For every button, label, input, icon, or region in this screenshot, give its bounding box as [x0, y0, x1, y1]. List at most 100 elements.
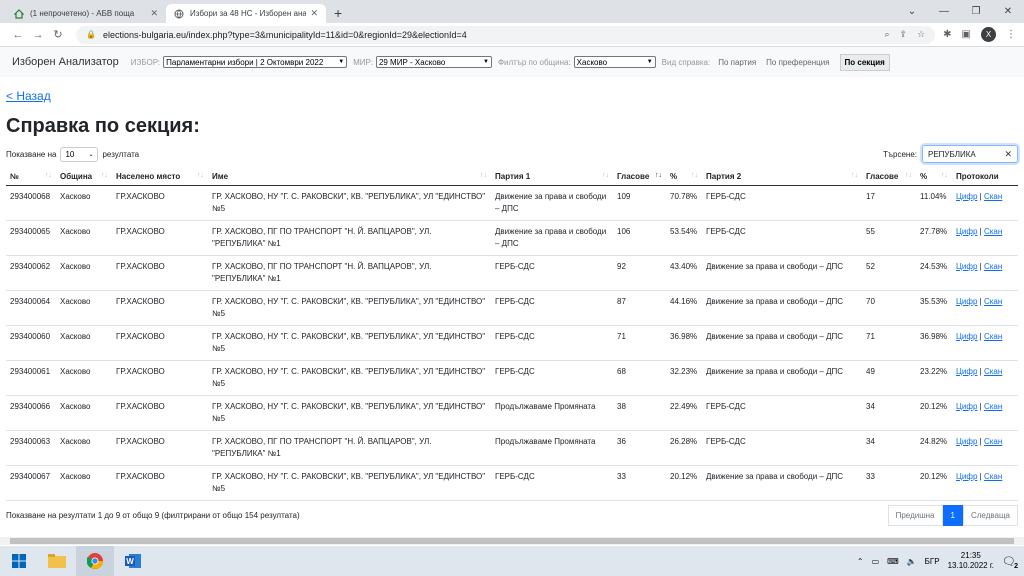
- close-tab-icon[interactable]: ✕: [150, 8, 158, 19]
- protocol-digital-link[interactable]: Цифр: [956, 332, 977, 341]
- protocol-scan-link[interactable]: Скан: [984, 332, 1002, 341]
- close-tab-icon[interactable]: ✕: [310, 8, 318, 19]
- tab-title: Избори за 48 НС - Изборен анал: [190, 9, 307, 18]
- votes-1-cell: 68: [613, 360, 666, 396]
- column-header[interactable]: Населено място ↑↓: [112, 168, 208, 186]
- protocol-scan-link[interactable]: Скан: [984, 367, 1002, 376]
- clear-search-icon[interactable]: ✕: [1004, 149, 1012, 160]
- page-length-select[interactable]: 10 ⌄: [60, 146, 99, 162]
- tray-chevron-up-icon[interactable]: ⌃: [857, 557, 864, 566]
- notifications-icon[interactable]: 🗨 2: [1002, 555, 1018, 570]
- network-icon[interactable]: ⌨: [887, 557, 899, 566]
- windows-start-icon[interactable]: [0, 546, 38, 576]
- back-arrow-icon[interactable]: ←: [8, 29, 28, 41]
- url-text[interactable]: elections-bulgaria.eu/index.php?type=3&m…: [103, 30, 875, 40]
- election-select[interactable]: Парламентарни избори | 2 Октомври 2022 ▼: [163, 56, 348, 68]
- column-header[interactable]: % ↑↓: [916, 168, 952, 186]
- file-explorer-icon[interactable]: [38, 546, 76, 576]
- mir-select[interactable]: 29 МИР - Хасково ▼: [375, 56, 492, 68]
- settlement-cell: ГР.ХАСКОВО: [112, 290, 208, 326]
- protocol-digital-link[interactable]: Цифр: [956, 402, 977, 411]
- column-header-label: %: [670, 172, 678, 181]
- app-brand[interactable]: Изборен Анализатор: [12, 56, 119, 68]
- filter-label: Филтър по община:: [497, 57, 571, 67]
- protocol-digital-link[interactable]: Цифр: [956, 472, 977, 481]
- section-number-cell: 293400060: [6, 325, 56, 361]
- system-tray: ⌃ ▭ ⌨ 🔈 БГР 21:35 13.10.2022 г. 🗨 2: [857, 551, 1024, 571]
- protocol-digital-link[interactable]: Цифр: [956, 367, 977, 376]
- column-header[interactable]: Протоколи: [952, 168, 1018, 186]
- protocols-cell: Цифр | Скан: [952, 395, 1018, 431]
- protocol-scan-link[interactable]: Скан: [984, 227, 1002, 236]
- back-link[interactable]: < Назад: [6, 89, 51, 103]
- protocol-digital-link[interactable]: Цифр: [956, 227, 977, 236]
- close-window-icon[interactable]: ✕: [992, 0, 1024, 23]
- protocol-digital-link[interactable]: Цифр: [956, 437, 977, 446]
- percent-2-cell: 24.82%: [916, 430, 952, 466]
- forward-arrow-icon[interactable]: →: [28, 29, 48, 41]
- zoom-icon[interactable]: ⌕: [884, 29, 889, 40]
- protocols-cell: Цифр | Скан: [952, 220, 1018, 256]
- protocol-scan-link[interactable]: Скан: [984, 472, 1002, 481]
- protocol-digital-link[interactable]: Цифр: [956, 262, 977, 271]
- share-icon[interactable]: ⇪: [900, 29, 908, 40]
- election-label: ИЗБОР:: [130, 57, 161, 67]
- column-header[interactable]: Име ↑↓: [208, 168, 491, 186]
- lock-icon[interactable]: 🔒: [86, 30, 96, 39]
- maximize-icon[interactable]: ❐: [960, 0, 992, 23]
- browser-tab-mail[interactable]: (1 непрочетено) - АБВ поща ✕: [6, 4, 166, 23]
- volume-icon[interactable]: 🔈: [907, 557, 917, 566]
- column-header[interactable]: Партия 2 ↑↓: [702, 168, 862, 186]
- page-1-button[interactable]: 1: [942, 504, 963, 526]
- protocol-digital-link[interactable]: Цифр: [956, 192, 977, 201]
- municipality-cell: Хасково: [56, 360, 112, 396]
- minimize-icon[interactable]: —: [928, 0, 960, 23]
- nav-by-section[interactable]: По секция: [839, 53, 890, 71]
- percent-2-cell: 20.12%: [916, 395, 952, 431]
- table-row: 293400063 Хасково ГР.ХАСКОВО ГР. ХАСКОВО, П…: [6, 430, 1018, 466]
- browser-tab-elections[interactable]: Избори за 48 НС - Изборен анал ✕: [166, 4, 326, 23]
- page-length-suffix: резултата: [102, 149, 140, 159]
- protocol-scan-link[interactable]: Скан: [984, 297, 1002, 306]
- settlement-cell: ГР.ХАСКОВО: [112, 255, 208, 291]
- word-icon[interactable]: W: [114, 546, 152, 576]
- browser-tabbar: (1 непрочетено) - АБВ поща ✕ Избори за 4…: [0, 0, 1024, 23]
- column-header[interactable]: % ↑↓: [666, 168, 702, 186]
- next-page-button[interactable]: Следваща: [962, 504, 1018, 526]
- side-panel-icon[interactable]: ▣: [962, 29, 971, 40]
- chrome-icon[interactable]: [76, 546, 114, 576]
- settlement-cell: ГР.ХАСКОВО: [112, 325, 208, 361]
- protocol-scan-link[interactable]: Скан: [984, 192, 1002, 201]
- profile-avatar[interactable]: X: [981, 27, 996, 42]
- party-1-cell: Продължаваме Промяната: [491, 395, 613, 431]
- bookmark-star-icon[interactable]: ☆: [917, 29, 925, 40]
- tab-search-icon[interactable]: ⌄: [896, 0, 928, 23]
- address-bar[interactable]: 🔒 elections-bulgaria.eu/index.php?type=3…: [76, 25, 936, 44]
- column-header-label: %: [920, 172, 928, 181]
- column-header[interactable]: Гласове ↑↓: [862, 168, 916, 186]
- clock[interactable]: 21:35 13.10.2022 г.: [948, 551, 994, 571]
- nav-by-party[interactable]: По партия: [718, 58, 756, 67]
- column-header[interactable]: № ↑↓: [6, 168, 56, 186]
- protocol-digital-link[interactable]: Цифр: [956, 297, 977, 306]
- tray-app-icon[interactable]: ▭: [872, 557, 880, 566]
- column-header[interactable]: Гласове ↑↓: [613, 168, 666, 186]
- extensions-icon[interactable]: ✱: [943, 29, 951, 40]
- protocol-scan-link[interactable]: Скан: [984, 402, 1002, 411]
- page-title: Справка по секция:: [6, 115, 200, 137]
- column-header[interactable]: Партия 1 ↑↓: [491, 168, 613, 186]
- municipality-select[interactable]: Хасково ▼: [573, 56, 656, 68]
- protocol-scan-link[interactable]: Скан: [984, 437, 1002, 446]
- protocol-scan-link[interactable]: Скан: [984, 262, 1002, 271]
- column-header[interactable]: Община ↑↓: [56, 168, 112, 186]
- language-indicator[interactable]: БГР: [925, 557, 940, 566]
- nav-by-preference[interactable]: По преференция: [766, 58, 829, 67]
- search-input[interactable]: РЕПУБЛИКА ✕: [922, 145, 1018, 163]
- prev-page-button[interactable]: Предишна: [887, 504, 943, 526]
- reload-icon[interactable]: ↻: [48, 28, 68, 41]
- section-number-cell: 293400066: [6, 395, 56, 431]
- scrollbar-thumb[interactable]: [10, 538, 1014, 544]
- horizontal-scrollbar[interactable]: [0, 537, 1024, 545]
- menu-kebab-icon[interactable]: ⋮: [1006, 29, 1016, 40]
- new-tab-icon[interactable]: +: [334, 6, 342, 20]
